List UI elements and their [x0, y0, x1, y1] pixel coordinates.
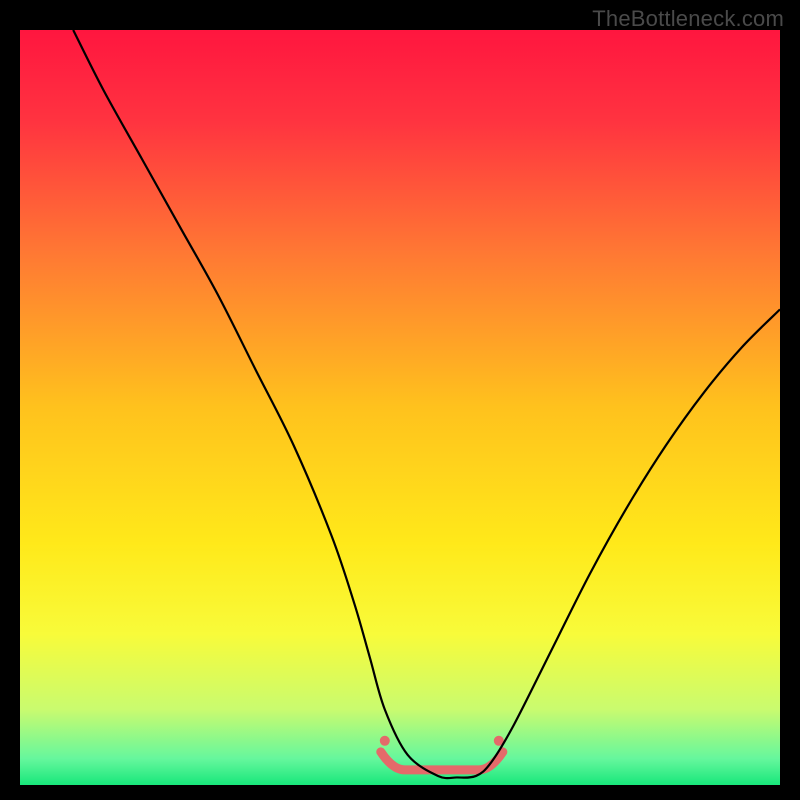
watermark-text: TheBottleneck.com — [592, 6, 784, 32]
optimal-zone-marker — [381, 752, 503, 770]
plot-area — [20, 30, 780, 785]
chart-frame: TheBottleneck.com — [0, 0, 800, 800]
curve-layer — [20, 30, 780, 785]
bottleneck-curve — [73, 30, 780, 778]
optimal-zone-end-left — [380, 736, 390, 746]
